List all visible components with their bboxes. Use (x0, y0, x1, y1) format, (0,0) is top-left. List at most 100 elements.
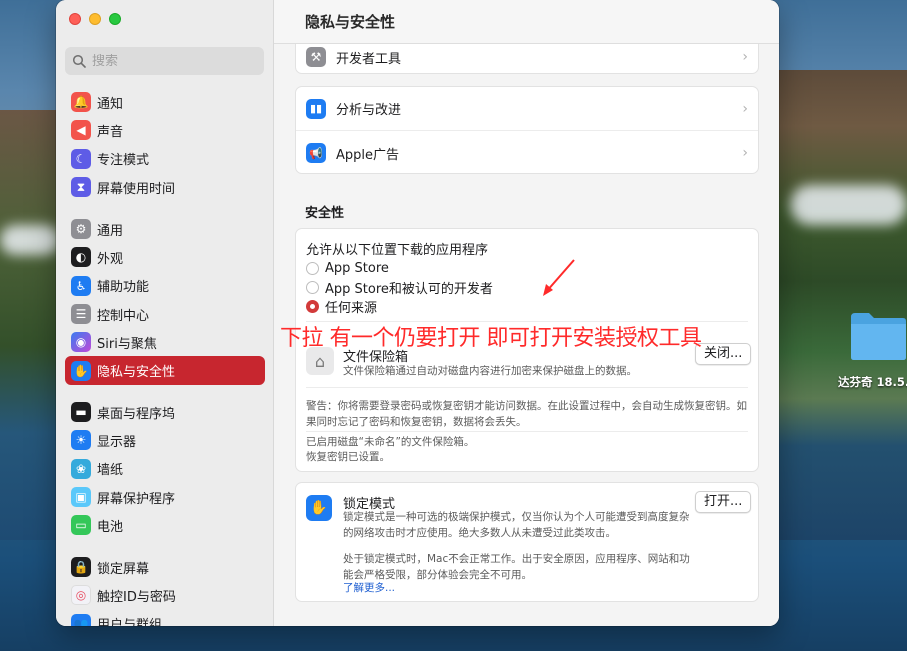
radio-option-identified-developers[interactable]: App Store和被认可的开发者 (306, 278, 493, 297)
settings-window: 🔔 通知 ◀ 声音 ☾ 专注模式 ⧗ 屏幕使用时间 ⚙ 通用 ◐ (56, 0, 779, 626)
section-title-security: 安全性 (305, 206, 345, 221)
lockdown-open-button[interactable]: 打开... (695, 491, 752, 513)
page-title: 隐私与安全性 (274, 0, 779, 44)
chevron-right-icon: › (742, 145, 748, 161)
radio-label: App Store和被认可的开发者 (325, 282, 493, 297)
sidebar-group-1: 🔔 通知 ◀ 声音 ☾ 专注模式 ⧗ 屏幕使用时间 (56, 88, 274, 201)
hammer-icon: ⚒ (306, 47, 326, 67)
sidebar-item-displays[interactable]: ☀ 显示器 (65, 426, 265, 454)
sidebar-item-control-center[interactable]: ☰ 控制中心 (65, 300, 265, 328)
sidebar-group-2: ⚙ 通用 ◐ 外观 ♿ 辅助功能 ☰ 控制中心 ◉ Siri与聚焦 ✋ 隐私与安… (56, 215, 274, 385)
sidebar-item-label: 锁定屏幕 (97, 561, 150, 577)
sidebar-item-touch-id[interactable]: ◎ 触控ID与密码 (65, 581, 265, 609)
sidebar-item-sound[interactable]: ◀ 声音 (65, 116, 265, 144)
sidebar-group-3: ▬ 桌面与程序坞 ☀ 显示器 ❀ 墙纸 ▣ 屏幕保护程序 ▭ 电池 (56, 398, 274, 539)
sidebar-item-label: 屏幕保护程序 (97, 491, 176, 507)
sidebar-item-notifications[interactable]: 🔔 通知 (65, 88, 265, 116)
desktop-wallpaper-right (777, 70, 907, 540)
sidebar-item-accessibility[interactable]: ♿ 辅助功能 (65, 272, 265, 300)
chevron-right-icon: › (742, 49, 748, 65)
sidebar-item-label: 触控ID与密码 (97, 589, 176, 605)
radio-button[interactable] (306, 281, 319, 294)
sidebar-item-battery[interactable]: ▭ 电池 (65, 511, 265, 539)
search-field[interactable] (65, 47, 264, 75)
divider (306, 387, 748, 388)
card-lockdown-mode: ✋ 锁定模式 锁定模式是一种可选的极端保护模式，仅当你认为个人可能遭受到高度复杂… (295, 482, 759, 602)
download-source-group: App Store App Store和被认可的开发者 任何来源 (306, 259, 493, 316)
sidebar-item-appearance[interactable]: ◐ 外观 (65, 243, 265, 271)
filevault-warning: 警告：你将需要登录密码或恢复密钥才能访问数据。在此设置过程中，会自动生成恢复密钥… (306, 400, 747, 428)
row-analytics[interactable]: ▮▮ 分析与改进 › (296, 87, 758, 131)
sidebar-item-label: Siri与聚焦 (97, 336, 157, 352)
sidebar-item-label: 专注模式 (97, 153, 150, 169)
search-icon (72, 54, 86, 68)
row-label: 分析与改进 (336, 103, 402, 118)
sidebar-item-lock-screen[interactable]: 🔒 锁定屏幕 (65, 553, 265, 581)
sidebar-item-label: 辅助功能 (97, 280, 150, 296)
sidebar-item-siri[interactable]: ◉ Siri与聚焦 (65, 328, 265, 356)
zoom-button[interactable] (109, 13, 121, 25)
sidebar-item-label: 通知 (97, 96, 124, 112)
radio-option-app-store[interactable]: App Store (306, 259, 493, 278)
sidebar-item-label: 外观 (97, 251, 124, 267)
filevault-status: 已启用磁盘“未命名”的文件保险箱。 (306, 436, 475, 448)
sidebar-item-label: 桌面与程序坞 (97, 406, 176, 422)
sidebar-item-desktop-dock[interactable]: ▬ 桌面与程序坞 (65, 398, 265, 426)
lock-icon: 🔒 (71, 557, 91, 578)
accessibility-icon: ♿ (71, 275, 91, 296)
sidebar-item-screen-time[interactable]: ⧗ 屏幕使用时间 (65, 173, 265, 201)
minimize-button[interactable] (89, 13, 101, 25)
close-button[interactable] (69, 13, 81, 25)
sidebar-item-label: 墙纸 (97, 463, 124, 479)
radio-button[interactable] (306, 262, 319, 275)
flower-icon: ❀ (71, 458, 91, 479)
search-input[interactable] (92, 53, 252, 69)
row-label: Apple广告 (336, 147, 400, 163)
appearance-icon: ◐ (71, 247, 91, 268)
main-content: 隐私与安全性 ⚒ 开发者工具 › ▮▮ 分析与改进 › 📢 Apple广告 › … (274, 0, 779, 626)
sidebar-item-wallpaper[interactable]: ❀ 墙纸 (65, 455, 265, 483)
sidebar-item-label: 屏幕使用时间 (97, 181, 176, 197)
hand-icon: ✋ (71, 360, 91, 381)
folder-icon[interactable] (849, 309, 907, 361)
annotation-arrow-icon (543, 259, 575, 296)
filevault-description: 文件保险箱通过自动对磁盘内容进行加密来保护磁盘上的数据。 (343, 365, 637, 377)
radio-button-selected[interactable] (306, 300, 319, 313)
sidebar-item-screensaver[interactable]: ▣ 屏幕保护程序 (65, 483, 265, 511)
row-label: 开发者工具 (336, 51, 402, 67)
siri-icon: ◉ (71, 332, 91, 353)
radio-option-anywhere[interactable]: 任何来源 (306, 297, 493, 316)
lockdown-description-2: 处于锁定模式时，Mac不会正常工作。出于安全原因，应用程序、网站和功能会严格受限… (343, 553, 690, 581)
filevault-off-button[interactable]: 关闭... (695, 343, 752, 365)
wallpaper-cloud (0, 225, 60, 255)
sidebar: 🔔 通知 ◀ 声音 ☾ 专注模式 ⧗ 屏幕使用时间 ⚙ 通用 ◐ (56, 0, 274, 626)
sidebar-item-label: 控制中心 (97, 308, 150, 324)
sidebar-group-4: 🔒 锁定屏幕 ◎ 触控ID与密码 👥 用户与群组 (56, 553, 274, 626)
radio-label: App Store (325, 261, 389, 276)
sidebar-item-general[interactable]: ⚙ 通用 (65, 215, 265, 243)
radio-label: 任何来源 (325, 301, 378, 316)
desktop-wallpaper-left (0, 110, 60, 540)
sidebar-item-focus[interactable]: ☾ 专注模式 (65, 145, 265, 173)
learn-more-link[interactable]: 了解更多... (343, 580, 395, 596)
hourglass-icon: ⧗ (71, 177, 91, 198)
sidebar-item-users[interactable]: 👥 用户与群组 (65, 610, 265, 626)
sidebar-item-label: 通用 (97, 223, 124, 239)
window-controls (69, 13, 121, 25)
control-center-icon: ☰ (71, 304, 91, 325)
annotation-text: 下拉 有一个仍要打开 即可打开安装授权工具 (280, 326, 702, 351)
megaphone-icon: 📢 (306, 143, 326, 163)
dock-icon: ▬ (71, 402, 91, 423)
sidebar-item-label: 显示器 (97, 434, 137, 450)
speaker-icon: ◀ (71, 120, 91, 141)
sun-icon: ☀ (71, 430, 91, 451)
sidebar-item-label: 隐私与安全性 (97, 365, 176, 381)
folder-label[interactable]: 达芬奇 18.5. (838, 374, 907, 390)
bell-icon: 🔔 (71, 92, 91, 113)
sidebar-item-privacy-security[interactable]: ✋ 隐私与安全性 (65, 356, 265, 385)
sidebar-item-label: 声音 (97, 124, 124, 140)
moon-icon: ☾ (71, 148, 91, 169)
recovery-key-status: 恢复密钥已设置。 (306, 451, 390, 463)
row-apple-ads[interactable]: 📢 Apple广告 › (296, 131, 758, 175)
gear-icon: ⚙ (71, 219, 91, 240)
